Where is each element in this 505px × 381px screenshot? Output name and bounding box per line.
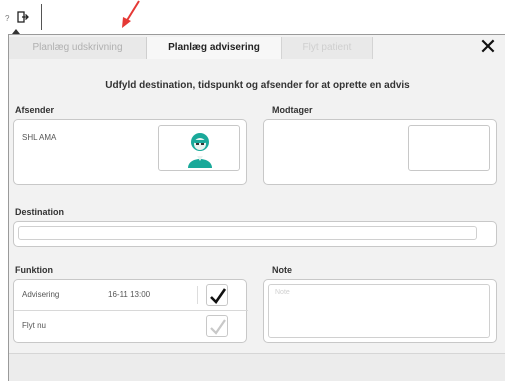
sender-panel[interactable]: SHL AMA [13, 119, 247, 185]
sender-label: Afsender [15, 105, 55, 115]
destination-panel [13, 221, 497, 247]
receiver-avatar-frame[interactable] [408, 125, 490, 171]
notification-checkbox[interactable] [206, 284, 228, 306]
tab-move-patient[interactable]: Flyt patient [281, 37, 373, 59]
function-row-label: Advisering [22, 290, 60, 299]
sender-value: SHL AMA [22, 133, 57, 142]
help-button[interactable]: ? [5, 14, 9, 23]
function-row-label: Flyt nu [22, 321, 47, 330]
notification-time-field[interactable]: 16-11 13:00 [106, 286, 198, 304]
tab-plan-notification[interactable]: Planlæg advisering [147, 37, 281, 59]
function-row-notification: Advisering 16-11 13:00 [14, 280, 248, 311]
receiver-label: Modtager [272, 105, 313, 115]
toolbar-divider [41, 4, 42, 30]
receiver-panel[interactable] [263, 119, 497, 185]
function-label: Funktion [15, 265, 53, 275]
close-icon[interactable]: ✕ [477, 37, 499, 59]
logout-icon[interactable] [17, 10, 29, 23]
nurse-avatar-icon [188, 133, 212, 168]
note-placeholder: Note [275, 289, 290, 296]
note-textarea[interactable]: Note [268, 284, 490, 338]
plan-notification-dialog: Planlæg udskrivning Planlæg advisering F… [8, 34, 505, 381]
function-panel: Advisering 16-11 13:00 Flyt nu [13, 279, 248, 343]
instruction-text: Udfyld destination, tidspunkt og afsende… [105, 80, 410, 91]
checkmark-icon [210, 319, 226, 335]
note-label: Note [272, 265, 292, 275]
move-now-checkbox[interactable] [206, 315, 228, 337]
checkmark-icon [210, 288, 227, 305]
function-row-move-now: Flyt nu [14, 311, 248, 342]
dialog-footer [9, 353, 505, 381]
top-toolbar: ? [0, 0, 505, 38]
tab-plan-discharge[interactable]: Planlæg udskrivning [9, 37, 147, 59]
sender-avatar-frame[interactable] [158, 125, 240, 171]
dialog-tabs: Planlæg udskrivning Planlæg advisering F… [9, 37, 505, 59]
destination-label: Destination [15, 207, 65, 217]
destination-input[interactable] [18, 226, 477, 240]
note-panel: Note [263, 279, 497, 343]
annotation-arrow-icon [122, 0, 140, 28]
